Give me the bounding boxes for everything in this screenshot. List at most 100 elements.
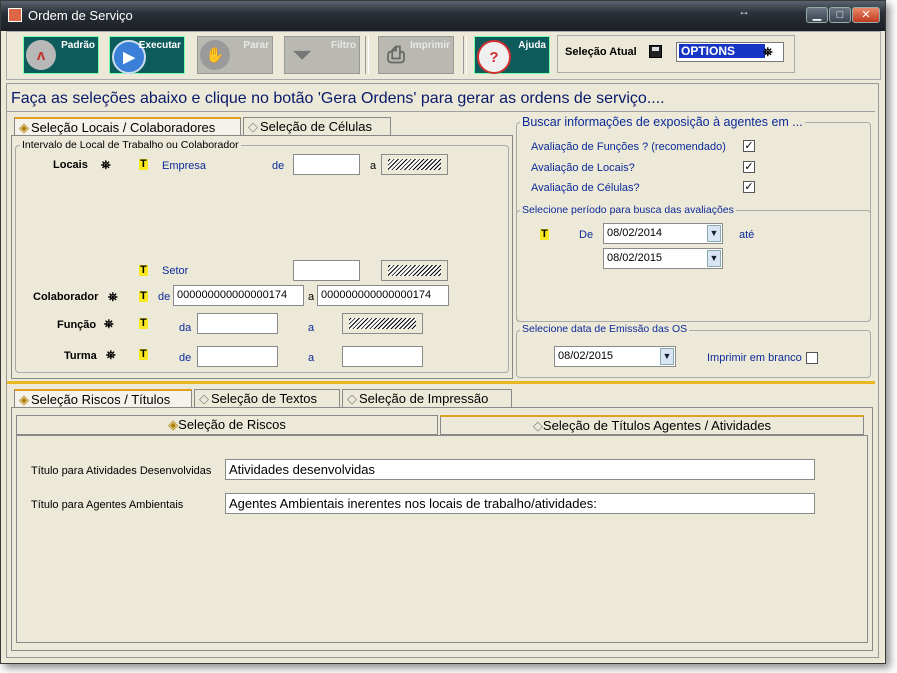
save-floppy-icon[interactable] [649,45,662,58]
turma-a-input[interactable] [342,346,423,367]
de-label: De [579,229,594,241]
subtab-selecao-riscos[interactable]: ◈Seleção de Riscos [16,415,438,435]
tab-selecao-textos[interactable]: ◇ Seleção de Textos [194,389,340,407]
section-divider [7,381,875,384]
tag-icon: ◈ [19,120,29,135]
intervalo-legend: Intervalo de Local de Trabalho ou Colabo… [20,139,241,151]
help-magnifier-icon: ? [477,40,511,74]
avaliacao-funcoes-label: Avaliação de Funções ? (recomendado) [531,141,726,153]
selecao-atual-label: Seleção Atual [565,46,637,58]
chevron-down-icon[interactable]: ▼ [707,250,721,267]
t-filter-icon[interactable]: T [139,349,148,360]
setor-de-input[interactable] [293,260,360,281]
instruction-headline: Faça as seleções abaixo e clique no botã… [11,90,665,107]
chevron-down-icon[interactable]: ▼ [707,225,721,242]
a-label: a [308,322,315,334]
avaliacao-locais-label: Avaliação de Locais? [531,162,635,174]
colaborador-a-input[interactable]: 000000000000000174 [317,285,449,306]
a-label: a [370,160,377,172]
funnel-icon: ⏷ [293,42,311,67]
close-button[interactable]: ✕ [852,7,880,23]
funcao-de-input[interactable] [197,313,278,334]
tab-selecao-celulas[interactable]: ◇ Seleção de Células [243,117,391,135]
tab-selecao-riscos-titulos[interactable]: ◈ Seleção Riscos / Títulos [14,389,192,407]
periodo-ate-combo[interactable]: 08/02/2015 ▼ [603,248,723,269]
funcao-a-input[interactable] [342,313,423,334]
avaliacao-celulas-label: Avaliação de Células? [531,182,640,194]
empresa-label: Empresa [162,160,207,172]
main-window: Ordem de Serviço ↔ ▁ □ ✕ ᴧ Padrão ▶ Exec… [0,0,886,664]
de-label: de [272,160,285,172]
toolbar-separator [463,36,467,74]
resize-arrows-icon: ↔ [738,4,750,18]
printer-icon: ⎙ [387,42,405,67]
padrao-button[interactable]: ᴧ Padrão [23,36,99,74]
minimize-button[interactable]: ▁ [806,7,828,23]
executar-button[interactable]: ▶ Executar [109,36,185,74]
tag-icon: ◈ [19,392,29,407]
window-title: Ordem de Serviço [28,8,133,23]
tag-icon: ◇ [199,391,209,406]
buscar-legend: Buscar informações de exposição à agente… [520,115,805,129]
ate-label: até [739,229,755,241]
emissao-legend: Selecione data de Emissão das OS [520,323,690,335]
emissao-date-combo[interactable]: 08/02/2015 ▼ [554,346,676,367]
a-label: a [308,352,315,364]
da-label: da [179,322,192,334]
setor-label: Setor [162,265,189,277]
tab-selecao-locais[interactable]: ◈ Seleção Locais / Colaboradores [14,117,241,135]
binoculars-icon[interactable]: ⛯ [104,317,114,332]
empresa-de-input[interactable] [293,154,360,175]
chevron-down-icon[interactable]: ▼ [660,348,674,365]
imprimir-branco-checkbox[interactable] [806,352,818,364]
imprimir-button[interactable]: ⎙ Imprimir [378,36,454,74]
avaliacao-locais-checkbox[interactable]: ✓ [743,161,755,173]
title-bar[interactable]: Ordem de Serviço ↔ ▁ □ ✕ [1,1,885,31]
avaliacao-celulas-checkbox[interactable]: ✓ [743,181,755,193]
setor-a-input[interactable] [381,260,448,281]
subtab-titulos-agentes[interactable]: ◇Seleção de Títulos Agentes / Atividades [440,415,864,435]
empresa-a-input[interactable] [381,154,448,175]
maximize-button[interactable]: □ [829,7,851,23]
colaborador-label: Colaborador [33,291,99,303]
titulo-agentes-label: Título para Agentes Ambientais [31,499,184,511]
t-filter-icon[interactable]: T [139,159,148,170]
binoculars-icon[interactable]: ⛯ [106,348,116,363]
selecao-atual-value: OPTIONS [679,44,765,58]
tag-icon: ◈ [168,417,179,432]
titulo-atividades-input[interactable]: Atividades desenvolvidas [225,459,815,480]
colaborador-de-input[interactable]: 000000000000000174 [173,285,304,306]
turma-label: Turma [64,350,97,362]
locais-label: Locais [53,159,88,171]
imprimir-branco-label: Imprimir em branco [707,352,802,364]
stop-hand-icon: ✋ [200,40,230,70]
tag-icon: ◇ [347,391,357,406]
binoculars-icon[interactable]: ⛯ [763,45,773,60]
turma-de-input[interactable] [197,346,278,367]
binoculars-icon[interactable]: ⛯ [108,290,118,305]
divider [7,111,875,112]
t-filter-icon[interactable]: T [139,318,148,329]
t-filter-icon[interactable]: T [139,291,148,302]
periodo-de-combo[interactable]: 08/02/2014 ▼ [603,223,723,244]
tag-icon: ◇ [532,418,543,433]
intervalo-group [15,145,509,373]
a-label: a [308,291,315,303]
titulo-agentes-input[interactable]: Agentes Ambientais inerentes nos locais … [225,493,815,514]
periodo-legend: Selecione período para busca das avaliaç… [520,204,736,216]
t-filter-icon[interactable]: T [139,265,148,276]
funcao-label: Função [57,319,97,331]
titulo-atividades-label: Título para Atividades Desenvolvidas [31,465,212,477]
avaliacao-funcoes-checkbox[interactable]: ✓ [743,140,755,152]
parar-button[interactable]: ✋ Parar [197,36,273,74]
binoculars-icon[interactable]: ⛯ [101,158,111,173]
ajuda-button[interactable]: ? Ajuda [474,36,550,74]
t-filter-icon[interactable]: T [540,229,549,240]
filtro-button[interactable]: ⏷ Filtro [284,36,360,74]
de-label: de [179,352,192,364]
toolbar-separator [365,36,369,74]
app-icon [8,8,22,22]
padrao-icon: ᴧ [26,40,56,70]
de-label: de [158,291,171,303]
tab-selecao-impressao[interactable]: ◇ Seleção de Impressão [342,389,512,407]
